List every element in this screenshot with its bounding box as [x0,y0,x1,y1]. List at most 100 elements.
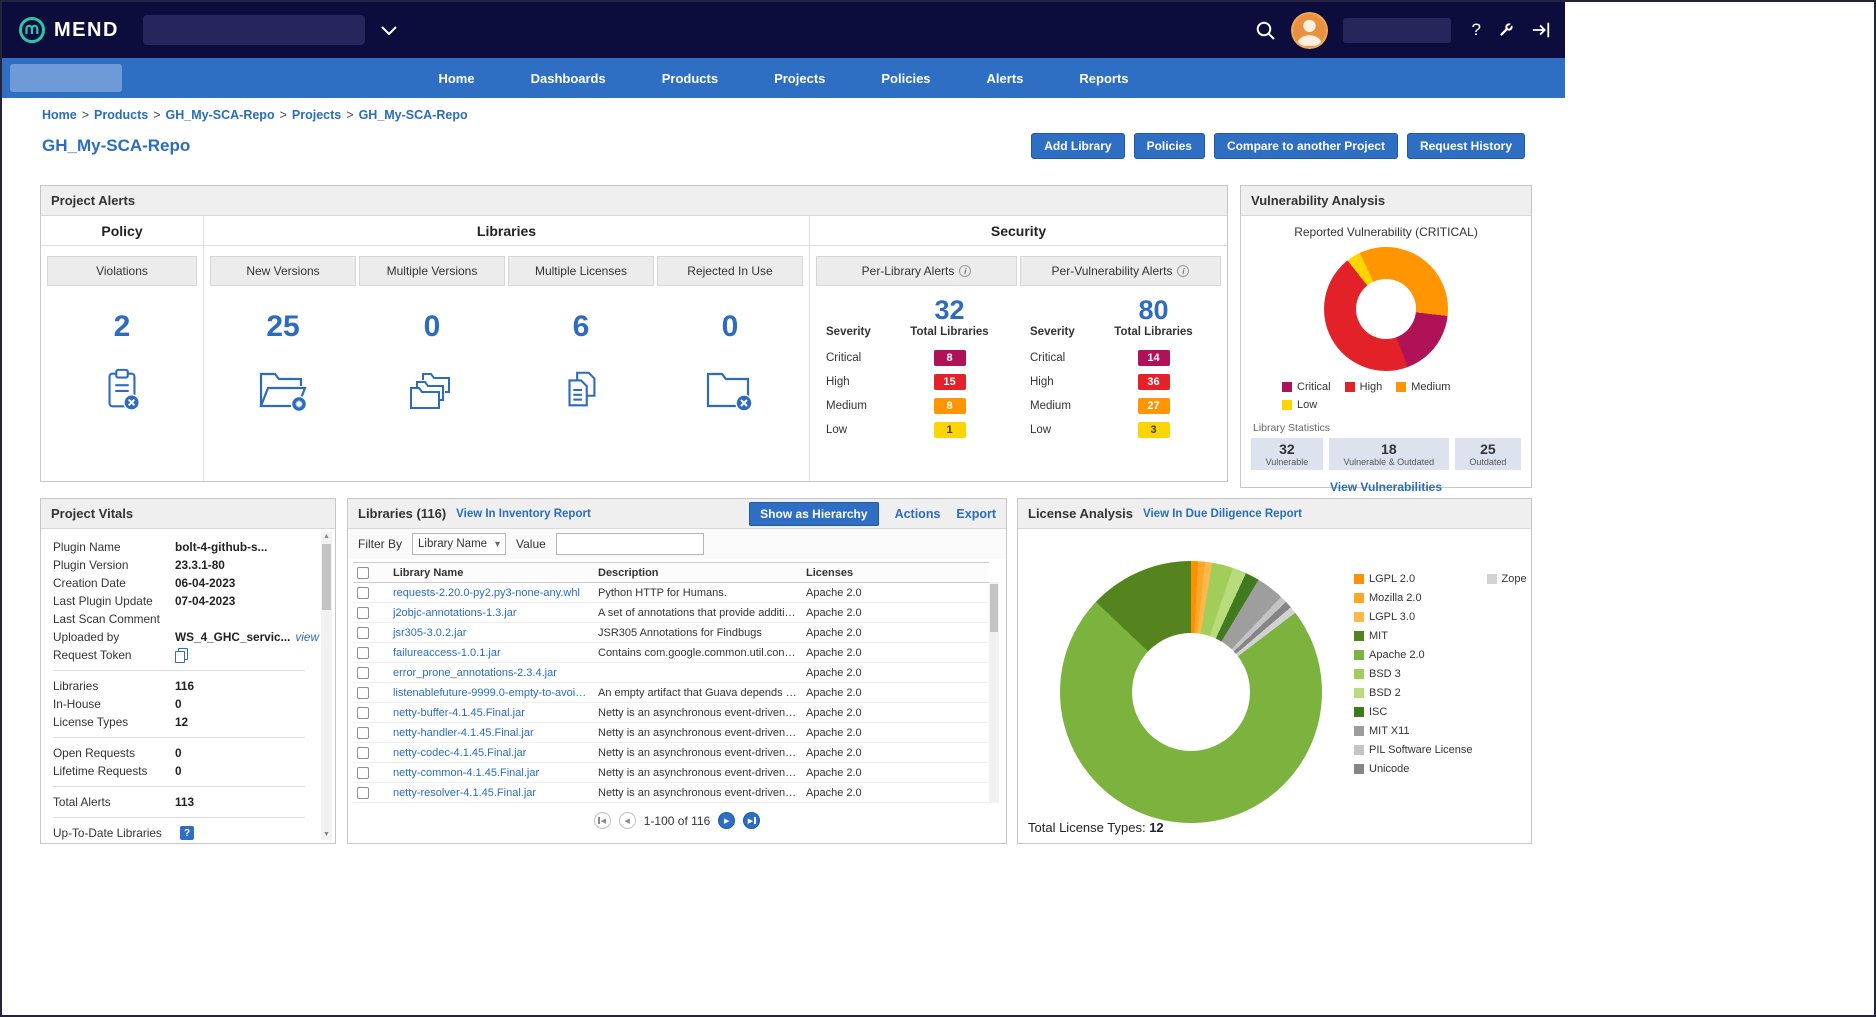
library-name-link[interactable]: netty-common-4.1.45.Final.jar [389,763,594,783]
project-alerts-panel: Project Alerts Policy Violations 2 [40,185,1228,482]
library-name-link[interactable]: netty-handler-4.1.45.Final.jar [389,723,594,743]
nav-item[interactable]: Alerts [987,71,1024,86]
row-checkbox[interactable] [357,747,369,759]
library-name-link[interactable]: error_prone_annotations-2.3.4.jar [389,663,594,683]
view-link[interactable]: view [295,630,319,644]
info-icon[interactable]: i [1177,265,1189,277]
library-name-link[interactable]: listenablefuture-9999.0-empty-to-avoid-c… [389,683,594,703]
library-name-link[interactable]: failureaccess-1.0.1.jar [389,643,594,663]
library-row[interactable]: netty-resolver-4.1.45.Final.jar Netty is… [353,783,989,803]
row-checkbox[interactable] [357,627,369,639]
library-row[interactable]: netty-buffer-4.1.45.Final.jar Netty is a… [353,703,989,723]
multiple-versions-column: Multiple Versions 0 [359,256,505,419]
copy-icon[interactable] [175,648,188,662]
main-nav: Home Dashboards Products Projects Policies Al… [2,58,1565,98]
page-action-button[interactable]: Add Library [1031,133,1124,159]
breadcrumb-link-product[interactable]: GH_My-SCA-Repo [166,108,275,122]
first-page-button[interactable]: ◀ [594,812,611,829]
library-name-link[interactable]: netty-codec-4.1.45.Final.jar [389,743,594,763]
mend-logo[interactable]: MEND [18,16,119,44]
column-header-library-name[interactable]: Library Name [389,563,594,583]
last-page-button[interactable]: ▶ [743,812,760,829]
row-checkbox[interactable] [357,647,369,659]
page-action-button[interactable]: Request History [1407,133,1525,159]
multiple-versions-icon [407,366,457,417]
severity-count-badge: 8 [934,350,966,366]
nav-item[interactable]: Dashboards [531,71,606,86]
library-row[interactable]: error_prone_annotations-2.3.4.jar Apache… [353,663,989,683]
legend-item: Zope [1487,573,1595,585]
table-scrollbar[interactable] [989,582,999,803]
vitals-row: Total Alerts113 [53,793,305,811]
nav-item[interactable]: Products [662,71,718,86]
actions-button[interactable]: Actions [895,507,941,521]
nav-item[interactable]: Reports [1079,71,1128,86]
help-badge[interactable]: ? [180,826,194,840]
select-all-checkbox[interactable] [357,567,369,579]
column-header-licenses[interactable]: Licenses [802,563,989,583]
filter-field-select[interactable]: Library Name ▾ [412,533,506,555]
library-name-link[interactable]: j2objc-annotations-1.3.jar [389,603,594,623]
column-header-description[interactable]: Description [594,563,802,583]
row-checkbox[interactable] [357,707,369,719]
breadcrumb-link-projects[interactable]: Projects [292,108,341,122]
row-checkbox[interactable] [357,787,369,799]
row-checkbox[interactable] [357,667,369,679]
library-name-link[interactable]: requests-2.20.0-py2.py3-none-any.whl [389,583,594,603]
breadcrumb-link-project[interactable]: GH_My-SCA-Repo [359,108,468,122]
filter-value-input[interactable] [556,533,704,555]
library-name-link[interactable]: netty-buffer-4.1.45.Final.jar [389,703,594,723]
page-action-button[interactable]: Policies [1134,133,1205,159]
breadcrumb-link-products[interactable]: Products [94,108,148,122]
nav-item[interactable]: Policies [881,71,930,86]
help-icon[interactable]: ? [1472,20,1481,40]
library-name-link[interactable]: netty-resolver-4.1.45.Final.jar [389,783,594,803]
nav-item[interactable]: Projects [774,71,825,86]
legend-item: LGPL 3.0 [1354,611,1473,623]
library-row[interactable]: requests-2.20.0-py2.py3-none-any.whl Pyt… [353,583,989,603]
library-row[interactable]: netty-codec-4.1.45.Final.jar Netty is an… [353,743,989,763]
severity-count-badge: 14 [1138,350,1170,366]
view-due-diligence-link[interactable]: View In Due Diligence Report [1143,508,1302,520]
library-row[interactable]: failureaccess-1.0.1.jar Contains com.goo… [353,643,989,663]
row-checkbox[interactable] [357,687,369,699]
vitals-row: Request Token [53,646,305,664]
breadcrumb-link-home[interactable]: Home [42,108,77,122]
show-as-hierarchy-button[interactable]: Show as Hierarchy [749,502,878,526]
next-page-button[interactable]: ▶ [718,812,735,829]
new-versions-count: 25 [266,310,299,344]
row-checkbox[interactable] [357,727,369,739]
org-selector-redacted[interactable] [143,15,365,45]
page-action-button[interactable]: Compare to another Project [1214,133,1398,159]
stat-label: Outdated [1460,457,1516,467]
library-row[interactable]: netty-handler-4.1.45.Final.jar Netty is … [353,723,989,743]
chevron-down-icon[interactable] [381,26,397,35]
settings-wrench-icon[interactable] [1496,20,1516,40]
library-row[interactable]: jsr305-3.0.2.jar JSR305 Annotations for … [353,623,989,643]
row-checkbox[interactable] [357,587,369,599]
export-button[interactable]: Export [956,507,996,521]
row-checkbox[interactable] [357,607,369,619]
logout-icon[interactable] [1531,21,1551,39]
view-inventory-report-link[interactable]: View In Inventory Report [456,508,591,520]
library-row[interactable]: listenablefuture-9999.0-empty-to-avoid-c… [353,683,989,703]
vitals-scrollbar[interactable]: ▲ ▼ [321,532,332,840]
scroll-up-icon[interactable]: ▲ [321,532,332,542]
legend-swatch [1487,574,1497,584]
view-vulnerabilities-link[interactable]: View Vulnerabilities [1241,480,1531,494]
library-name-link[interactable]: jsr305-3.0.2.jar [389,623,594,643]
prev-page-button[interactable]: ◀ [619,812,636,829]
search-icon[interactable] [1255,20,1276,41]
row-checkbox[interactable] [357,767,369,779]
library-row[interactable]: j2objc-annotations-1.3.jar A set of anno… [353,603,989,623]
avatar[interactable] [1291,12,1328,49]
scrollbar-thumb[interactable] [990,584,998,632]
library-description: Netty is an asynchronous event-driven ne… [594,703,802,723]
scroll-down-icon[interactable]: ▼ [321,830,332,840]
nav-item[interactable]: Home [438,71,474,86]
library-row[interactable]: netty-common-4.1.45.Final.jar Netty is a… [353,763,989,783]
scrollbar-thumb[interactable] [322,544,331,610]
column-header: New Versions [210,256,356,286]
info-icon[interactable]: i [959,265,971,277]
vitals-row: Plugin Version23.3.1-80 [53,556,305,574]
